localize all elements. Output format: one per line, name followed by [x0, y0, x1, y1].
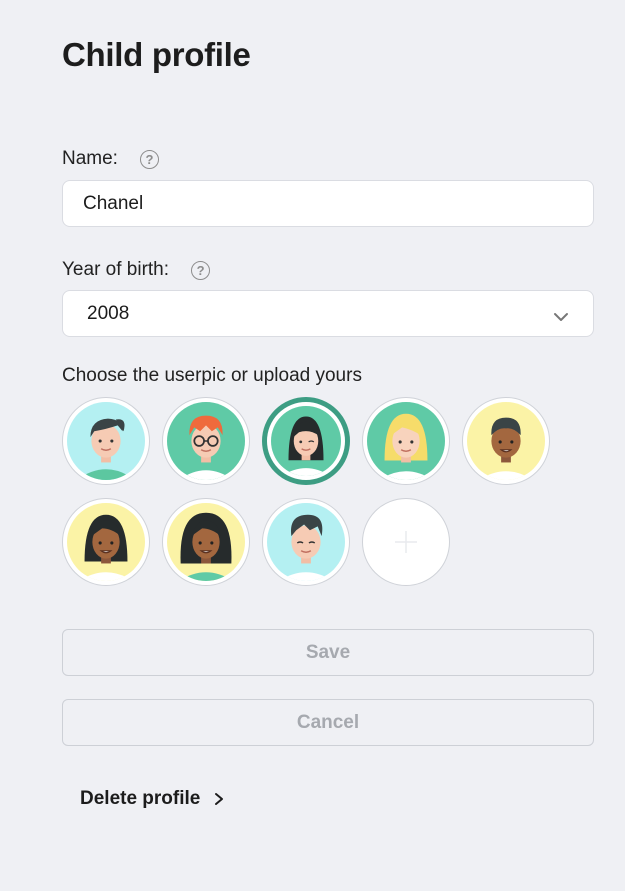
avatar-girl-dark-skin-yellow-icon	[67, 503, 145, 581]
birth-label-row: Year of birth: ?	[62, 259, 211, 281]
avatar-boy-quiff-cyan-icon	[267, 503, 345, 581]
year-help-icon[interactable]: ?	[191, 260, 211, 280]
year-of-birth-label: Year of birth:	[62, 259, 170, 280]
year-of-birth-select[interactable]: 2008	[62, 290, 594, 337]
avatar-boy-dark-hair-cyan-icon	[67, 402, 145, 480]
avatar-boy-dark-skin-yellow-icon	[467, 402, 545, 480]
name-label-row: Name: ?	[62, 148, 159, 170]
delete-profile-label: Delete profile	[80, 788, 201, 809]
upload-avatar-button[interactable]	[362, 498, 450, 586]
avatar-girl-curly-hair-yellow-icon	[167, 503, 245, 581]
page-title: Child profile	[62, 36, 251, 73]
avatar-boy-red-hair-glasses[interactable]	[162, 397, 250, 485]
chevron-down-icon	[554, 312, 568, 321]
avatar-girl-black-hair[interactable]	[262, 397, 350, 485]
avatar-boy-quiff-cyan[interactable]	[262, 498, 350, 586]
chevron-right-icon	[215, 793, 224, 805]
name-input-value: Chanel	[83, 192, 144, 214]
avatar-girl-curly-hair-yellow[interactable]	[162, 498, 250, 586]
plus-icon	[395, 531, 417, 553]
avatar-boy-red-hair-glasses-icon	[167, 402, 245, 480]
avatar-boy-dark-hair-cyan[interactable]	[62, 397, 150, 485]
delete-profile-link[interactable]: Delete profile	[80, 788, 226, 810]
avatar-girl-dark-skin-yellow[interactable]	[62, 498, 150, 586]
avatar-girl-blonde-hair[interactable]	[362, 397, 450, 485]
name-help-icon[interactable]: ?	[139, 149, 159, 169]
avatar-girl-blonde-hair-icon	[367, 402, 445, 480]
avatar-girl-black-hair-icon	[271, 406, 341, 476]
year-of-birth-value: 2008	[87, 302, 130, 324]
userpic-label: Choose the userpic or upload yours	[62, 365, 362, 386]
name-label: Name:	[62, 148, 118, 169]
cancel-button[interactable]: Cancel	[62, 699, 594, 746]
avatar-boy-dark-skin-yellow[interactable]	[462, 397, 550, 485]
name-input[interactable]: Chanel	[62, 180, 594, 227]
save-button[interactable]: Save	[62, 629, 594, 676]
